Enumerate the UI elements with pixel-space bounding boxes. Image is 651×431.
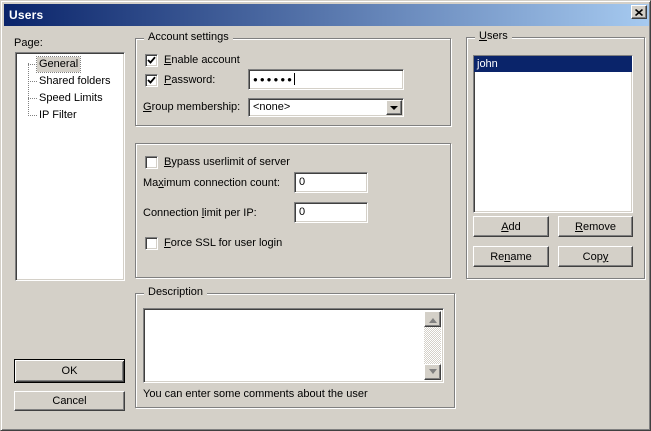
combo-dropdown-button[interactable] <box>386 100 402 115</box>
limit-per-ip-label: Connection limit per IP: <box>143 207 257 220</box>
cancel-button[interactable]: Cancel <box>14 391 125 411</box>
tree-item-shared-folders[interactable]: Shared folders <box>16 73 124 90</box>
password-checkbox-row[interactable]: Password: <box>145 74 215 87</box>
description-scrollbar[interactable] <box>424 311 441 380</box>
tree-item-general[interactable]: General <box>16 56 124 73</box>
force-ssl-checkbox-row[interactable]: Force SSL for user login <box>145 237 282 250</box>
password-checkbox[interactable] <box>145 74 158 87</box>
description-textarea[interactable] <box>143 308 444 383</box>
bypass-userlimit-checkbox-row[interactable]: Bypass userlimit of server <box>145 156 290 169</box>
account-settings-group-title: Account settings <box>144 31 233 44</box>
check-icon <box>147 76 156 85</box>
enable-account-label[interactable]: Enable account <box>164 54 240 67</box>
tree-stub <box>28 115 37 116</box>
tree-stub <box>28 64 37 65</box>
description-group-title: Description <box>144 286 207 299</box>
rename-user-button[interactable]: Rename <box>473 246 549 267</box>
copy-user-button[interactable]: Copy <box>558 246 633 267</box>
user-list-item[interactable]: john <box>474 56 632 72</box>
chevron-down-icon <box>390 106 398 114</box>
enable-account-checkbox-row[interactable]: Enable account <box>145 54 240 67</box>
max-connections-input[interactable]: 0 <box>294 172 368 193</box>
password-label[interactable]: Password: <box>164 74 215 87</box>
tree-stub <box>28 81 37 82</box>
scroll-up-button[interactable] <box>424 311 441 327</box>
arrow-down-icon <box>429 369 437 378</box>
tree-item-label: Speed Limits <box>37 91 105 106</box>
arrow-up-icon <box>429 314 437 323</box>
group-membership-select[interactable]: <none> <box>248 98 404 117</box>
bypass-userlimit-label[interactable]: Bypass userlimit of server <box>164 156 290 169</box>
page-label: Page: <box>14 37 43 50</box>
page-tree[interactable]: General Shared folders Speed Limits IP F… <box>15 52 125 281</box>
tree-stub <box>28 98 37 99</box>
close-icon <box>635 9 643 16</box>
close-button[interactable] <box>631 5 647 19</box>
force-ssl-label[interactable]: Force SSL for user login <box>164 237 282 250</box>
tree-item-speed-limits[interactable]: Speed Limits <box>16 90 124 107</box>
window-title: Users <box>4 8 43 22</box>
tree-item-label: General <box>37 57 80 72</box>
group-membership-label: Group membership: <box>143 101 240 114</box>
group-membership-value: <none> <box>253 101 290 113</box>
description-text[interactable] <box>146 311 424 380</box>
add-user-button[interactable]: Add <box>473 216 549 237</box>
ok-button[interactable]: OK <box>14 359 125 383</box>
users-list[interactable]: john <box>473 55 633 213</box>
password-input[interactable]: ●●●●●● <box>248 69 404 90</box>
max-connections-label: Maximum connection count: <box>143 177 280 190</box>
users-group-title: Users <box>475 30 512 43</box>
text-caret <box>294 73 295 85</box>
tree-item-label: Shared folders <box>37 74 113 89</box>
titlebar[interactable]: Users <box>4 4 649 26</box>
users-dialog-window: Users Page: General Shared folders Speed… <box>0 0 651 431</box>
description-hint: You can enter some comments about the us… <box>143 388 368 401</box>
force-ssl-checkbox[interactable] <box>145 237 158 250</box>
scroll-down-button[interactable] <box>424 364 441 380</box>
check-icon <box>147 56 156 65</box>
limit-per-ip-input[interactable]: 0 <box>294 202 368 223</box>
tree-item-label: IP Filter <box>37 108 79 123</box>
bypass-userlimit-checkbox[interactable] <box>145 156 158 169</box>
password-masked-value: ●●●●●● <box>253 75 294 84</box>
remove-user-button[interactable]: Remove <box>558 216 633 237</box>
enable-account-checkbox[interactable] <box>145 54 158 67</box>
tree-item-ip-filter[interactable]: IP Filter <box>16 107 124 124</box>
